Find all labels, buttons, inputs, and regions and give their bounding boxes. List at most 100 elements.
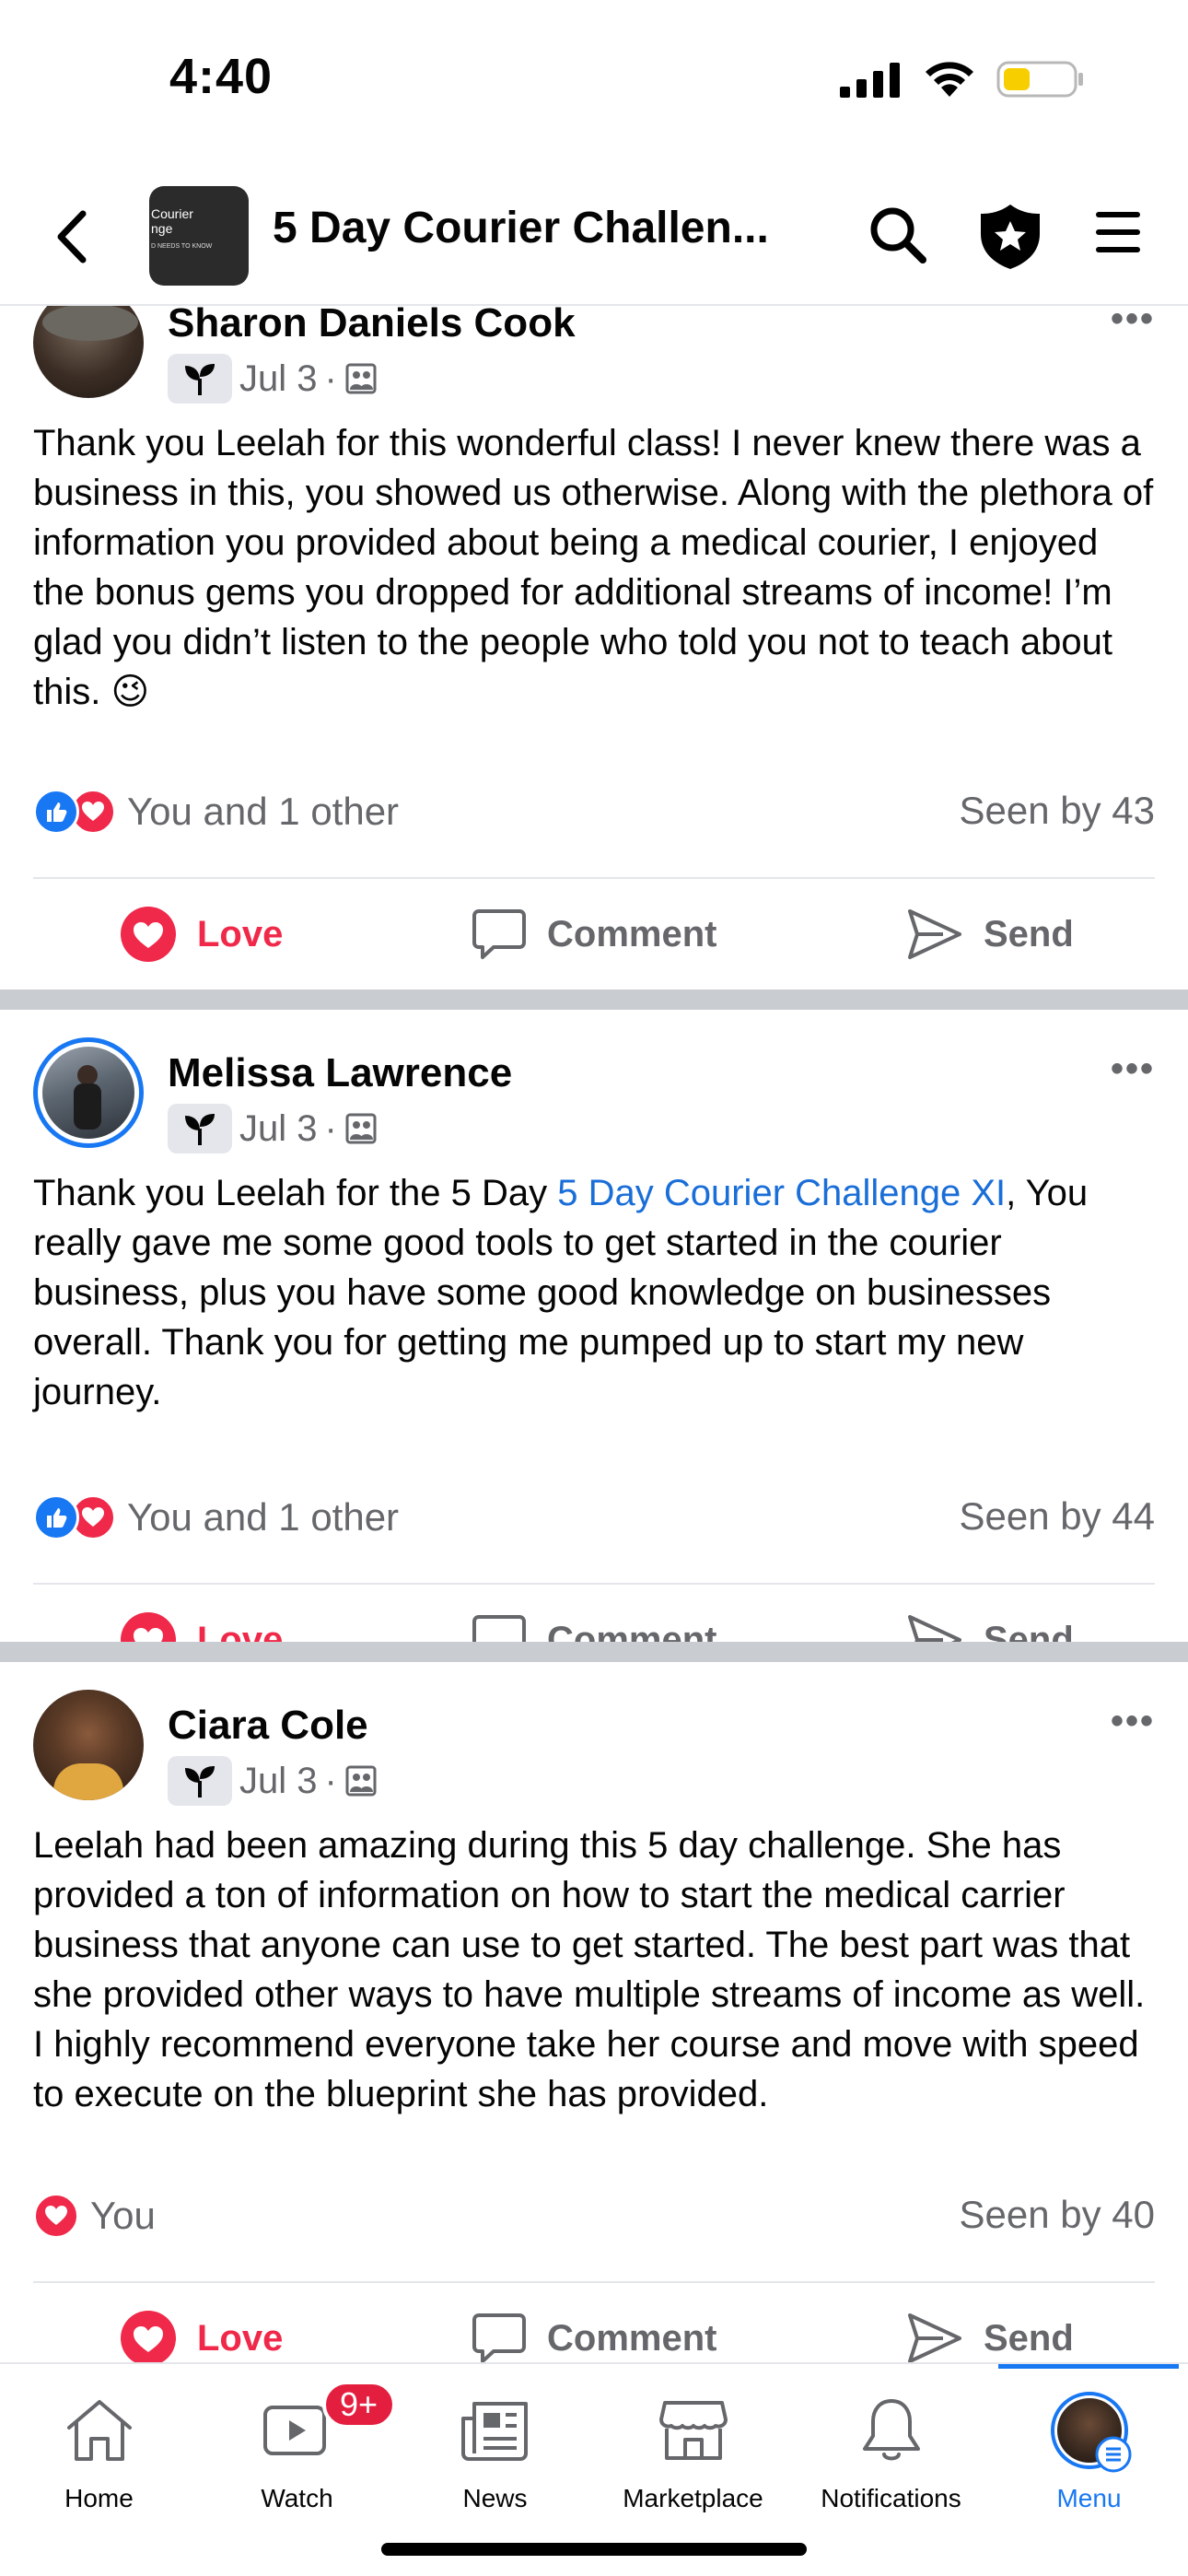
reactions-summary[interactable]: You and 1 other: [33, 789, 399, 835]
tab-label: Home: [64, 2484, 134, 2512]
send-icon: [908, 909, 961, 959]
love-button[interactable]: Love: [120, 2283, 283, 2362]
reaction-icons: [33, 789, 116, 835]
reactions-text: You and 1 other: [127, 1495, 400, 1539]
home-icon: [66, 2400, 132, 2461]
post-date[interactable]: Jul 3: [239, 1761, 318, 1802]
sprout-icon: [185, 364, 215, 395]
heart-icon: [121, 907, 176, 962]
post-meta: Jul 3 ·: [168, 354, 378, 404]
tab-label: Notifications: [821, 2484, 961, 2512]
home-indicator[interactable]: [381, 2543, 807, 2556]
like-reaction-icon: [33, 789, 79, 835]
tab-notifications[interactable]: Notifications: [792, 2386, 990, 2534]
tab-menu[interactable]: Menu: [990, 2386, 1188, 2534]
comment-label: Comment: [547, 2317, 717, 2359]
tab-label: Menu: [1056, 2484, 1122, 2512]
tab-label: News: [462, 2484, 528, 2512]
send-button[interactable]: Send: [906, 2283, 1074, 2362]
post: Ciara Cole ••• Jul 3 · Leelah had been a…: [0, 1662, 1188, 2362]
post-text: Thank you Leelah for this wonderful clas…: [33, 423, 1154, 712]
post-author[interactable]: Sharon Daniels Cook: [168, 306, 576, 346]
wifi-icon: [926, 62, 973, 97]
menu-button[interactable]: [1094, 208, 1142, 261]
comment-icon: [472, 909, 526, 959]
avatar[interactable]: [33, 1037, 144, 1148]
post-author[interactable]: Melissa Lawrence: [168, 1050, 512, 1096]
reactions-summary[interactable]: You and 1 other: [33, 1494, 399, 1540]
status-icons: [840, 59, 1085, 100]
like-reaction-icon: [33, 1494, 79, 1540]
admin-tools-button[interactable]: [978, 203, 1042, 275]
status-time: 4:40: [169, 49, 274, 104]
tab-label: Marketplace: [623, 2484, 763, 2512]
cellular-signal-icon: [840, 63, 900, 98]
member-badge[interactable]: [168, 1756, 232, 1806]
reaction-icons: [33, 1494, 116, 1540]
active-tab-indicator: [998, 2364, 1179, 2369]
comment-button[interactable]: Comment: [472, 2283, 716, 2362]
feed[interactable]: Sharon Daniels Cook ••• Jul 3 · Thank yo…: [0, 306, 1188, 2362]
post-separator: [0, 1642, 1188, 1662]
send-label: Send: [984, 913, 1074, 954]
comment-button[interactable]: Comment: [472, 879, 716, 989]
post-meta: Jul 3 ·: [168, 1104, 378, 1153]
members-audience-icon: [345, 1113, 377, 1144]
member-badge[interactable]: [168, 354, 232, 404]
sprout-icon: [185, 1114, 215, 1145]
watch-badge: 9+: [321, 2381, 396, 2429]
send-label: Send: [984, 2317, 1074, 2359]
member-badge[interactable]: [168, 1104, 232, 1153]
shield-star-icon: [981, 205, 1040, 269]
reactions-text: You and 1 other: [127, 790, 400, 833]
avatar: [1050, 2392, 1131, 2473]
more-options-button[interactable]: •••: [1111, 1701, 1155, 1742]
reactions-summary[interactable]: You: [33, 2193, 156, 2239]
post: Melissa Lawrence ••• Jul 3 · Thank you L…: [0, 1010, 1188, 1668]
meta-separator: ·: [324, 357, 337, 399]
tab-marketplace[interactable]: Marketplace: [594, 2386, 792, 2534]
tab-news[interactable]: News: [396, 2386, 594, 2534]
post-text: Thank you Leelah for the 5 Day 5 Day Cou…: [33, 1168, 1157, 1417]
post-date[interactable]: Jul 3: [239, 358, 318, 400]
bell-icon: [862, 2399, 920, 2461]
news-icon: [460, 2402, 528, 2461]
reaction-icons: [33, 2193, 79, 2239]
comment-icon: [472, 2313, 526, 2362]
members-audience-icon: [345, 1765, 377, 1797]
meta-separator: ·: [324, 1760, 337, 1801]
post-separator: [0, 989, 1188, 1010]
seen-count[interactable]: Seen by 43: [959, 789, 1155, 833]
love-button[interactable]: Love: [120, 879, 283, 989]
love-reaction-icon: [33, 2193, 79, 2239]
post-date[interactable]: Jul 3: [239, 1108, 318, 1150]
group-title[interactable]: 5 Day Courier Challen...: [273, 203, 769, 253]
tab-watch[interactable]: 9+ Watch: [198, 2381, 396, 2534]
group-thumbnail-subtext: D NEEDS TO KNOW: [151, 243, 213, 250]
avatar[interactable]: [33, 1690, 144, 1800]
group-header: Courier nge D NEEDS TO KNOW 5 Day Courie…: [0, 166, 1188, 306]
tab-label: Watch: [261, 2484, 333, 2512]
back-button[interactable]: [44, 205, 99, 269]
group-mention-link[interactable]: 5 Day Courier Challenge XI: [557, 1173, 1006, 1213]
avatar[interactable]: [33, 306, 144, 398]
members-audience-icon: [345, 363, 377, 394]
tab-home[interactable]: Home: [0, 2386, 198, 2534]
seen-count[interactable]: Seen by 40: [959, 2193, 1155, 2237]
group-thumbnail-text: Courier nge: [151, 206, 193, 236]
more-options-button[interactable]: •••: [1111, 306, 1155, 340]
post-text: Leelah had been amazing during this 5 da…: [33, 1825, 1146, 2114]
seen-count[interactable]: Seen by 44: [959, 1494, 1155, 1539]
post-meta: Jul 3 ·: [168, 1756, 378, 1806]
post-author[interactable]: Ciara Cole: [168, 1703, 368, 1749]
reactions-text: You: [90, 2194, 156, 2237]
send-button[interactable]: Send: [906, 879, 1074, 989]
hamburger-menu-icon: [1096, 212, 1140, 252]
more-options-button[interactable]: •••: [1111, 1048, 1155, 1090]
love-label: Love: [197, 2317, 284, 2359]
search-icon: [870, 207, 926, 263]
search-button[interactable]: [868, 205, 928, 270]
marketplace-icon: [658, 2401, 728, 2460]
group-thumbnail[interactable]: Courier nge D NEEDS TO KNOW: [149, 186, 249, 286]
post: Sharon Daniels Cook ••• Jul 3 · Thank yo…: [0, 306, 1188, 989]
